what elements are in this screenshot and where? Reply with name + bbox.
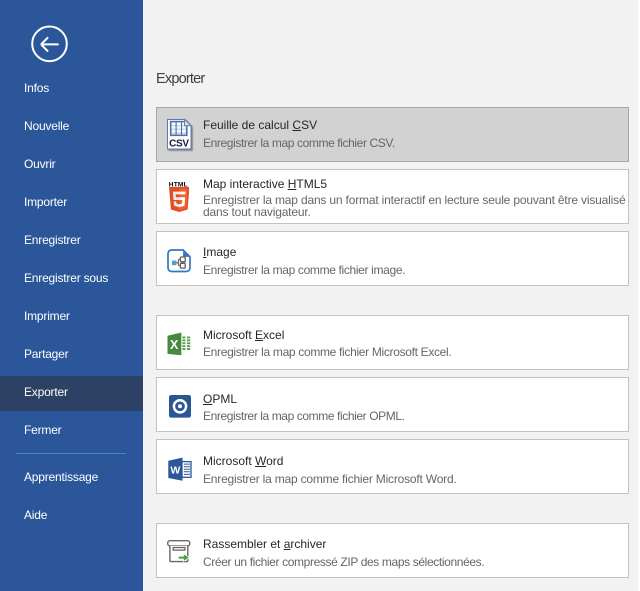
svg-text:CSV: CSV [169,138,189,149]
svg-text:W: W [170,464,180,476]
svg-text:X: X [170,338,179,352]
